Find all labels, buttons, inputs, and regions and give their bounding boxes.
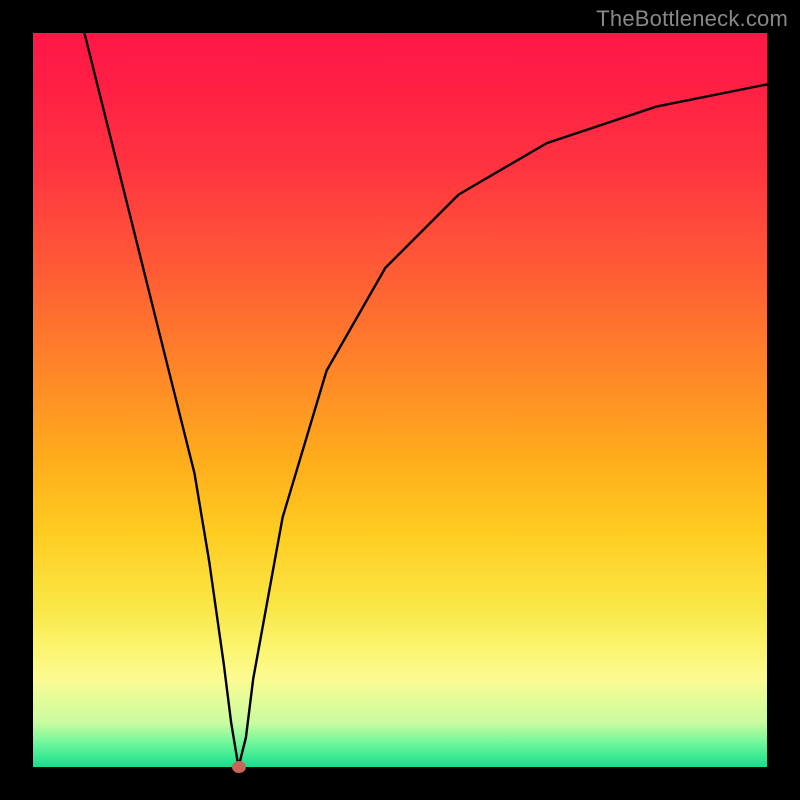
chart-frame: TheBottleneck.com	[0, 0, 800, 800]
optimal-point-marker	[232, 761, 246, 773]
watermark-label: TheBottleneck.com	[596, 6, 788, 32]
chart-plot-area	[33, 33, 767, 767]
bottleneck-curve	[33, 33, 767, 767]
